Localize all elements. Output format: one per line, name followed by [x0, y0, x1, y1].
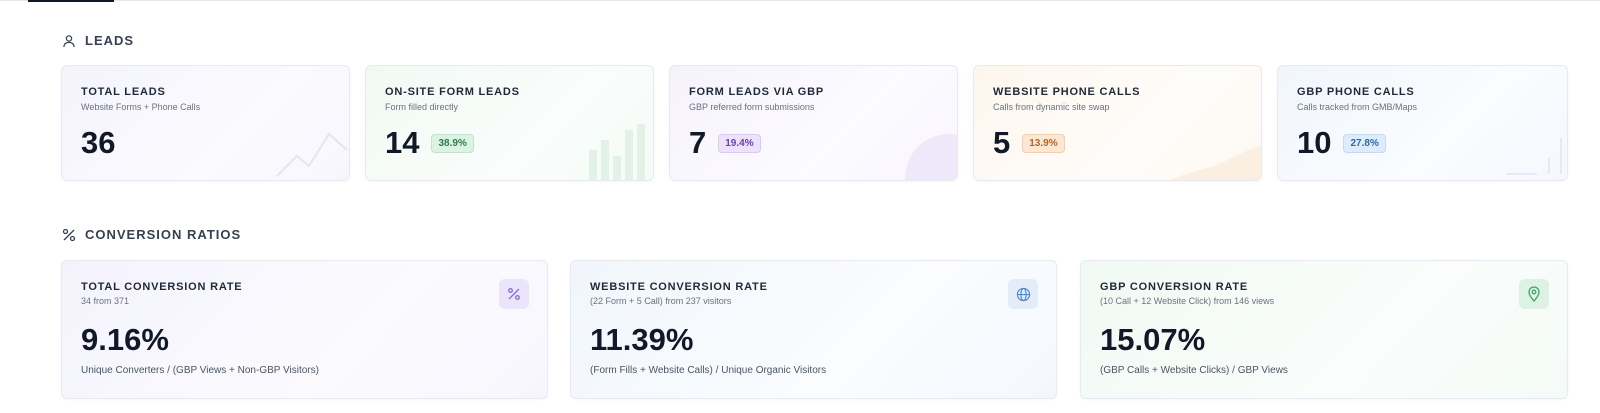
gbp-form-leads-card[interactable]: FORM LEADS VIA GBP GBP referred form sub…	[669, 65, 958, 181]
card-title: GBP CONVERSION RATE	[1100, 281, 1249, 293]
card-subtitle: Calls tracked from GMB/Maps	[1297, 102, 1418, 112]
conversion-section-title: CONVERSION RATIOS	[85, 227, 242, 242]
total-conversion-rate-card[interactable]: TOTAL CONVERSION RATE 34 from 371 9.16% …	[61, 260, 548, 399]
card-subtitle: Form filled directly	[385, 102, 459, 112]
card-subtitle: Calls from dynamic site swap	[993, 102, 1110, 112]
total-leads-card[interactable]: TOTAL LEADS Website Forms + Phone Calls …	[61, 65, 350, 181]
leads-section-title: LEADS	[85, 33, 135, 48]
leads-section-header: LEADS	[62, 33, 134, 48]
percent-icon	[62, 228, 76, 242]
bars-decoration	[1507, 138, 1562, 175]
onsite-form-leads-card[interactable]: ON-SITE FORM LEADS Form filled directly …	[365, 65, 654, 181]
formula-text: Unique Converters / (GBP Views + Non-GBP…	[81, 365, 319, 376]
gbp-conversion-rate-card[interactable]: GBP CONVERSION RATE (10 Call + 12 Websit…	[1080, 260, 1568, 399]
total-leads-value: 36	[81, 125, 116, 160]
gbp-form-leads-value: 7	[689, 125, 707, 160]
formula-text: (GBP Calls + Website Clicks) / GBP Views	[1100, 365, 1288, 376]
gbp-conversion-rate-value: 15.07%	[1100, 322, 1206, 357]
wave-decoration	[1171, 146, 1261, 180]
onsite-form-leads-value: 14	[385, 125, 420, 160]
conversion-section-header: CONVERSION RATIOS	[62, 227, 241, 242]
website-conversion-rate-card[interactable]: WEBSITE CONVERSION RATE (22 Form + 5 Cal…	[570, 260, 1057, 399]
bar-chart-decoration	[589, 124, 645, 180]
card-subtitle: Website Forms + Phone Calls	[81, 102, 201, 112]
website-conversion-rate-value: 11.39%	[590, 322, 694, 357]
card-title: TOTAL LEADS	[81, 86, 166, 98]
card-title: WEBSITE PHONE CALLS	[993, 86, 1141, 98]
percentage-badge: 13.9%	[1022, 133, 1065, 153]
card-title: ON-SITE FORM LEADS	[385, 86, 520, 98]
user-icon	[62, 34, 76, 48]
formula-text: (Form Fills + Website Calls) / Unique Or…	[590, 365, 827, 376]
top-divider	[0, 0, 1600, 1]
website-phone-calls-value: 5	[993, 125, 1011, 160]
gbp-phone-calls-value: 10	[1297, 125, 1332, 160]
globe-icon	[1008, 279, 1038, 309]
pie-decoration	[905, 134, 957, 180]
card-title: FORM LEADS VIA GBP	[689, 86, 824, 98]
active-tab-indicator	[28, 0, 114, 2]
card-subtitle: GBP referred form submissions	[689, 102, 815, 112]
card-title: GBP PHONE CALLS	[1297, 86, 1415, 98]
trend-line-decoration	[276, 132, 348, 177]
percentage-badge: 38.9%	[431, 133, 474, 153]
card-subtitle: (10 Call + 12 Website Click) from 146 vi…	[1100, 296, 1275, 306]
card-subtitle: (22 Form + 5 Call) from 237 visitors	[590, 296, 732, 306]
card-title: TOTAL CONVERSION RATE	[81, 281, 243, 293]
website-phone-calls-card[interactable]: WEBSITE PHONE CALLS Calls from dynamic s…	[973, 65, 1262, 181]
card-title: WEBSITE CONVERSION RATE	[590, 281, 768, 293]
percent-icon	[499, 279, 529, 309]
map-pin-icon	[1519, 279, 1549, 309]
gbp-phone-calls-card[interactable]: GBP PHONE CALLS Calls tracked from GMB/M…	[1277, 65, 1568, 181]
card-subtitle: 34 from 371	[81, 296, 130, 306]
percentage-badge: 19.4%	[718, 133, 761, 153]
total-conversion-rate-value: 9.16%	[81, 322, 169, 357]
percentage-badge: 27.8%	[1343, 133, 1386, 153]
